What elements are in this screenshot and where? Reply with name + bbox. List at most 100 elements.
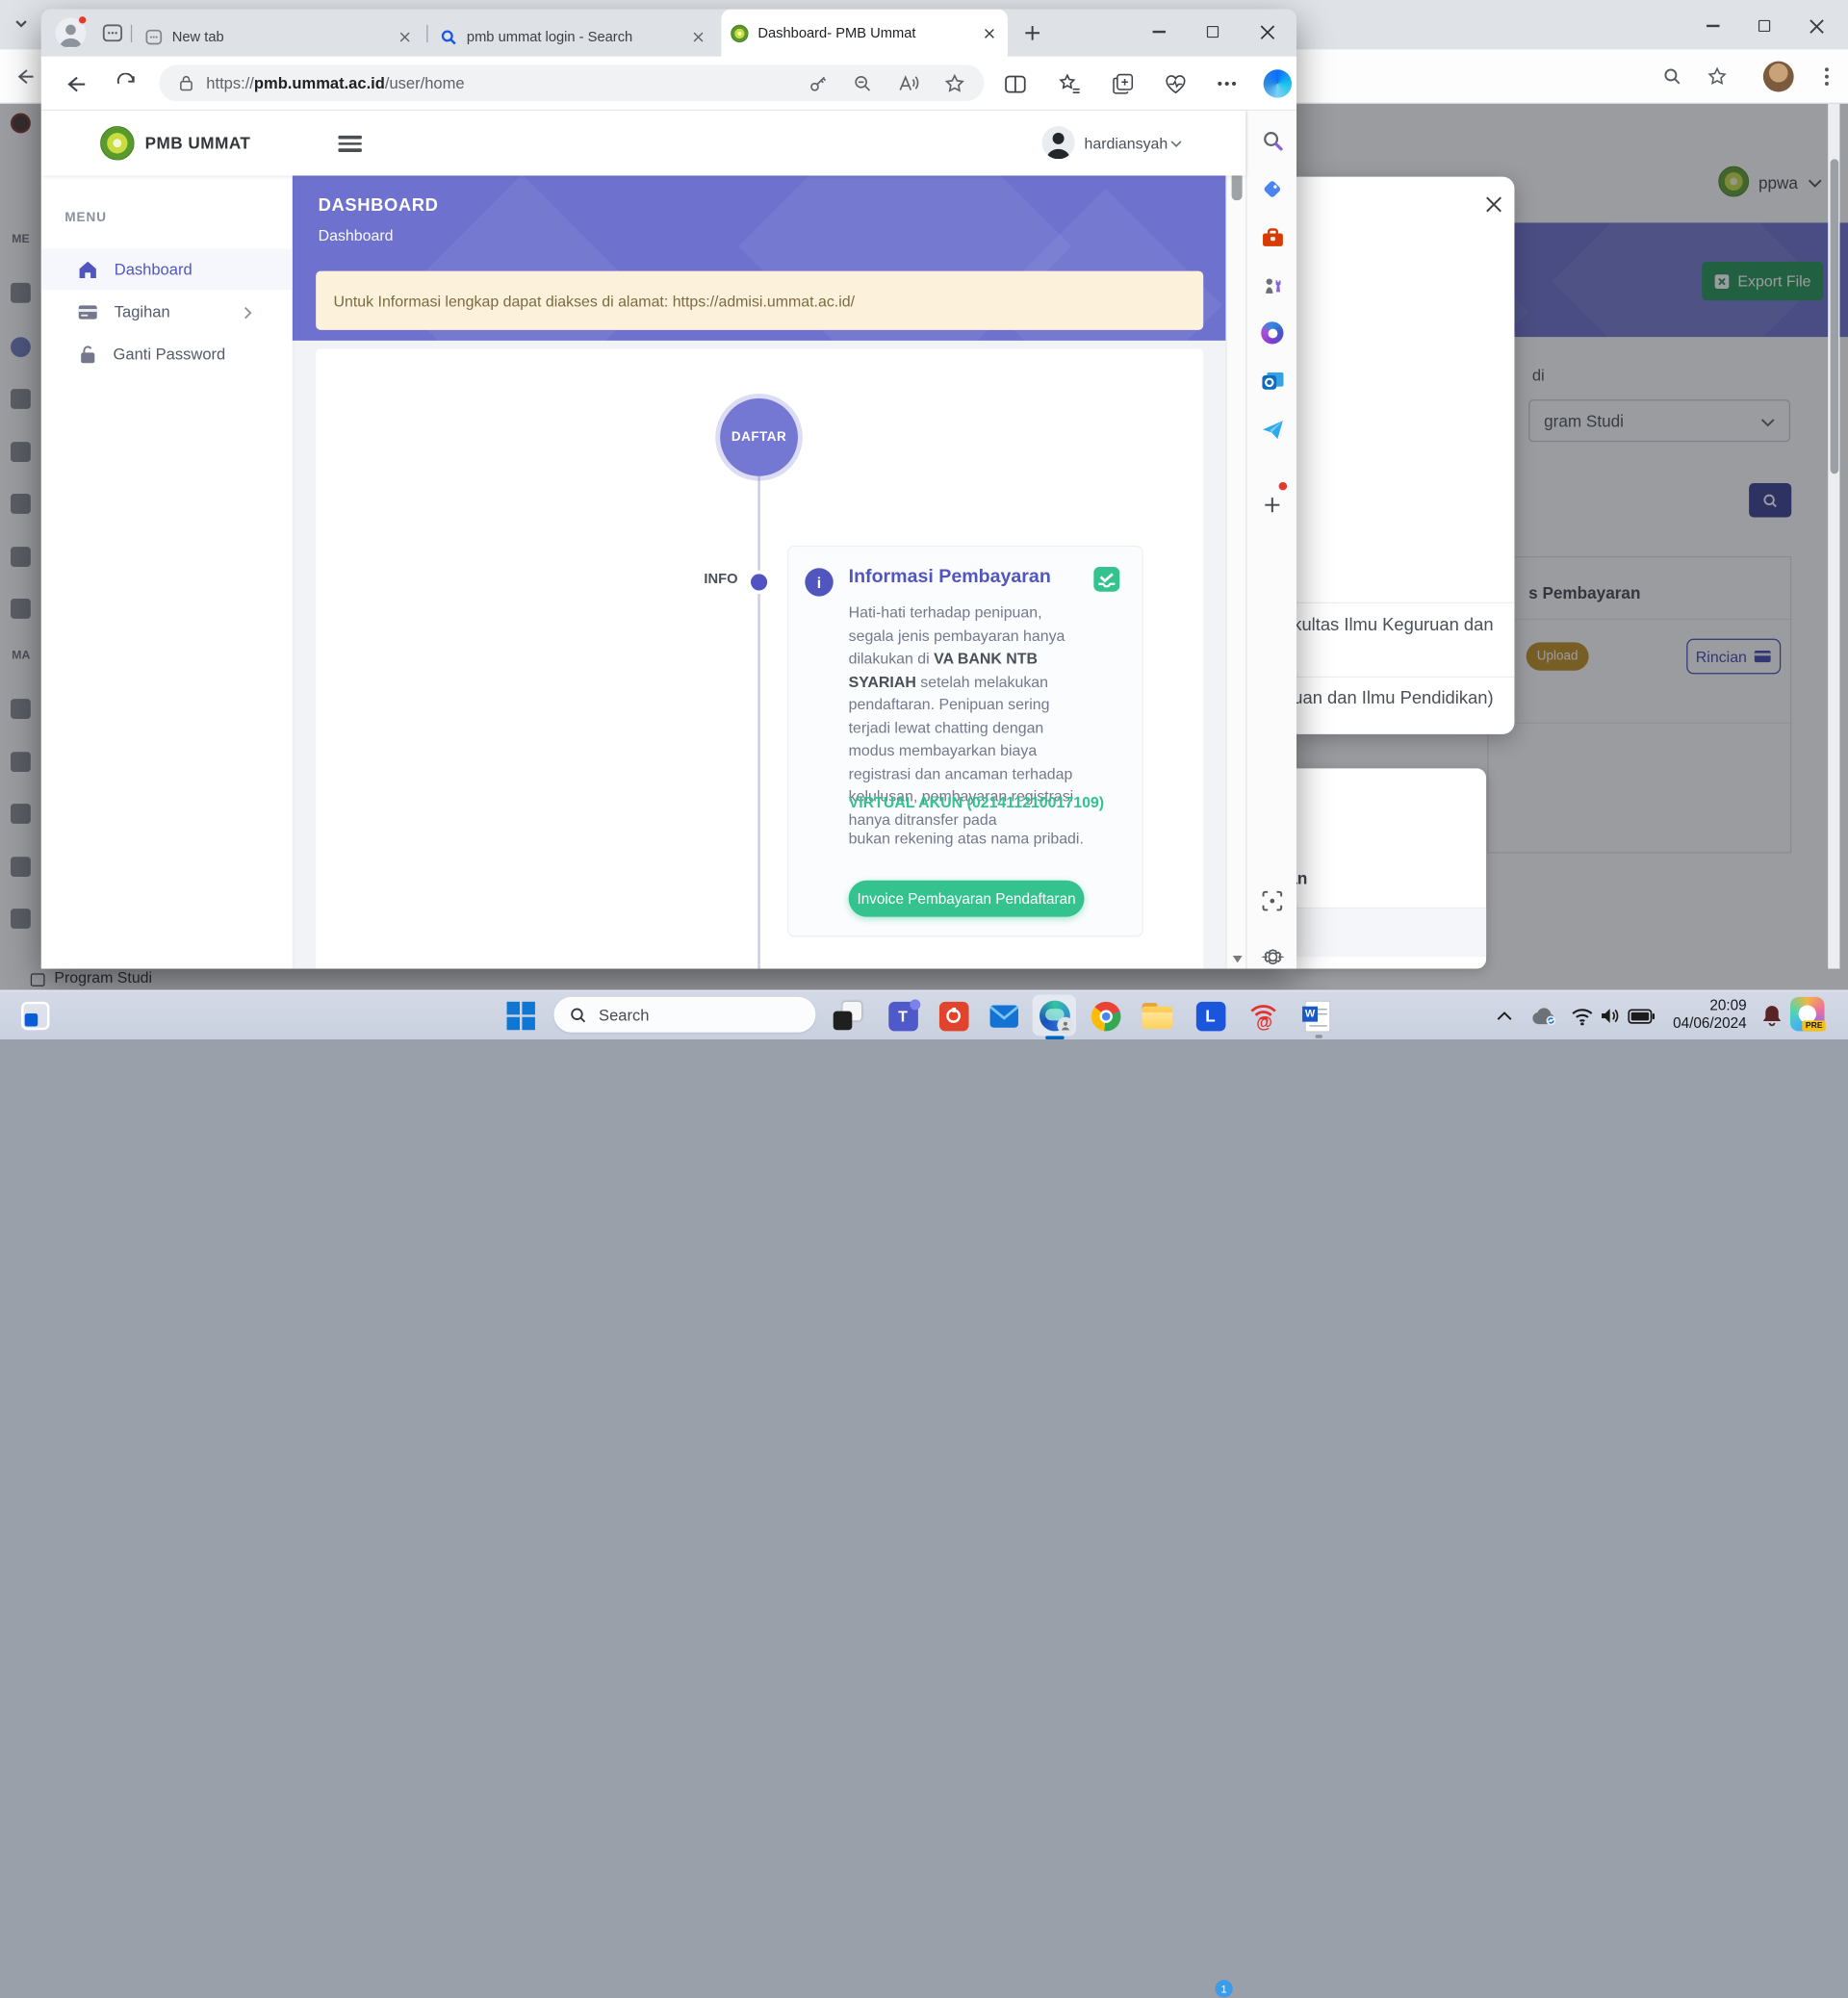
clock-time: 20:09 bbox=[1640, 997, 1746, 1014]
onedrive-cloud-icon[interactable] bbox=[1527, 999, 1560, 1032]
pmb-logo bbox=[100, 126, 135, 161]
back-arrow-icon[interactable] bbox=[60, 69, 88, 97]
close-button[interactable] bbox=[1249, 17, 1285, 45]
favorites-bar-icon[interactable] bbox=[1055, 69, 1083, 97]
sidebar-item-dashboard[interactable]: Dashboard bbox=[41, 248, 293, 290]
back-arrow-icon[interactable] bbox=[14, 66, 36, 88]
l-app-icon[interactable]: L bbox=[1194, 999, 1226, 1032]
back-maximize-button[interactable] bbox=[1747, 12, 1783, 39]
tab-new-tab[interactable]: New tab bbox=[136, 16, 424, 57]
scroll-down-icon[interactable] bbox=[1232, 956, 1242, 962]
teams-icon[interactable]: T bbox=[886, 999, 919, 1032]
tab-dashboard-active[interactable]: Dashboard- PMB Ummat bbox=[721, 10, 1008, 57]
file-explorer-icon[interactable] bbox=[1141, 999, 1173, 1032]
lock-icon bbox=[79, 345, 96, 364]
o-app-icon[interactable] bbox=[937, 999, 969, 1032]
url-text[interactable]: https://pmb.ummat.ac.id/user/home bbox=[206, 74, 464, 91]
invoice-button[interactable]: Invoice Pembayaran Pendaftaran bbox=[849, 881, 1085, 917]
sidebar-search-icon[interactable] bbox=[1260, 128, 1285, 153]
bookmark-star-icon[interactable] bbox=[1707, 66, 1728, 88]
settings-more-icon[interactable] bbox=[1213, 69, 1241, 97]
favorite-star-icon[interactable] bbox=[944, 72, 965, 93]
zoom-icon[interactable] bbox=[1662, 66, 1683, 88]
tab-search[interactable]: pmb ummat login - Search bbox=[430, 16, 717, 57]
tab-actions-icon[interactable] bbox=[103, 23, 123, 42]
word-document-icon[interactable]: W bbox=[1301, 999, 1334, 1032]
maximize-button[interactable] bbox=[1195, 17, 1231, 45]
microsoft-365-icon[interactable] bbox=[1260, 320, 1285, 346]
start-button[interactable] bbox=[504, 999, 537, 1032]
virtual-account-text: VIRTUAL AKUN (021411210017109) bbox=[849, 793, 1104, 810]
timeline-line bbox=[757, 474, 759, 968]
site-navbar: PMB UMMAT hardiansyah bbox=[41, 111, 1245, 175]
tools-toolbox-icon[interactable] bbox=[1260, 225, 1285, 250]
back-page-scrollbar[interactable] bbox=[1828, 104, 1839, 969]
menu-dots-icon[interactable] bbox=[1817, 64, 1836, 88]
outlook-icon[interactable] bbox=[1260, 369, 1285, 394]
lock-icon bbox=[178, 74, 194, 91]
windows-taskbar: Search T L 1 bbox=[0, 990, 1848, 1039]
modal-close-icon[interactable] bbox=[1480, 191, 1506, 217]
browser-essentials-icon[interactable] bbox=[1161, 69, 1189, 97]
taskbar-search[interactable]: Search bbox=[554, 997, 816, 1033]
edge-app-icon[interactable] bbox=[1039, 999, 1071, 1032]
password-key-icon[interactable] bbox=[808, 72, 829, 93]
read-aloud-icon[interactable] bbox=[897, 72, 920, 93]
zoom-out-icon[interactable] bbox=[852, 72, 873, 93]
red-wifi-app-icon[interactable]: @ bbox=[1247, 999, 1280, 1032]
new-tab-button[interactable] bbox=[1022, 22, 1043, 43]
tab-close-icon[interactable] bbox=[395, 27, 414, 46]
tab-close-icon[interactable] bbox=[688, 27, 707, 46]
running-app-indicator bbox=[1316, 1035, 1322, 1038]
modal-row-fragment[interactable]: uan dan Ilmu Pendidikan) bbox=[1293, 688, 1512, 708]
user-name[interactable]: hardiansyah bbox=[1085, 135, 1168, 152]
copilot-icon[interactable] bbox=[1261, 67, 1294, 100]
back-minimize-button[interactable] bbox=[1695, 12, 1731, 39]
page-scrollbar[interactable] bbox=[1225, 111, 1245, 968]
search-favicon bbox=[440, 28, 457, 45]
info-alert: Untuk Informasi lengkap dapat diakses di… bbox=[316, 271, 1203, 330]
drop-paperplane-icon[interactable] bbox=[1260, 417, 1285, 442]
card-note: bukan rekening atas nama pribadi. bbox=[849, 830, 1084, 847]
sidebar-item-ganti-password[interactable]: Ganti Password bbox=[41, 334, 293, 375]
refresh-icon[interactable] bbox=[112, 69, 140, 97]
back-profile-avatar[interactable] bbox=[1763, 62, 1794, 92]
taskbar-corner-icon[interactable] bbox=[19, 999, 52, 1032]
mail-icon[interactable] bbox=[988, 999, 1020, 1032]
card-title: Informasi Pembayaran bbox=[849, 567, 1051, 588]
timeline-start-node[interactable]: DAFTAR bbox=[720, 398, 798, 476]
tray-expand-icon[interactable] bbox=[1492, 999, 1515, 1032]
chevron-down-icon[interactable] bbox=[1170, 141, 1182, 149]
edge-sidebar bbox=[1245, 111, 1296, 968]
hamburger-menu-icon[interactable] bbox=[338, 132, 361, 155]
sidebar-item-tagihan[interactable]: Tagihan bbox=[41, 291, 293, 332]
volume-icon[interactable] bbox=[1594, 999, 1627, 1032]
desktop: ME MA ppwa Export File di bbox=[0, 0, 1848, 1039]
billing-card-icon bbox=[78, 303, 98, 320]
brand-title: PMB UMMAT bbox=[145, 133, 251, 152]
sidebar-settings-gear-icon[interactable] bbox=[1260, 944, 1285, 969]
modal-row-fragment[interactable]: kultas Ilmu Keguruan dan bbox=[1293, 615, 1512, 635]
split-screen-icon[interactable] bbox=[1001, 69, 1029, 97]
shopping-tag-icon[interactable] bbox=[1260, 177, 1285, 202]
tab-title: pmb ummat login - Search bbox=[467, 28, 679, 44]
tab-close-icon[interactable] bbox=[980, 23, 999, 42]
screenshot-icon[interactable] bbox=[1260, 888, 1285, 913]
taskbar-clock[interactable]: 20:09 04/06/2024 bbox=[1640, 997, 1746, 1033]
task-view-icon[interactable] bbox=[831, 999, 863, 1032]
games-icon[interactable] bbox=[1260, 272, 1285, 297]
sidebar-add-icon[interactable] bbox=[1260, 493, 1285, 518]
notification-bell-icon[interactable] bbox=[1755, 999, 1787, 1032]
back-close-button[interactable] bbox=[1799, 12, 1835, 39]
new-tab-page-icon bbox=[145, 28, 163, 45]
collections-icon[interactable] bbox=[1109, 69, 1137, 97]
app-sidebar: MENU Dashboard Tagihan Ganti Password bbox=[41, 175, 293, 968]
info-icon: i bbox=[805, 568, 833, 596]
minimize-button[interactable] bbox=[1141, 17, 1176, 45]
home-icon bbox=[78, 260, 98, 279]
chevron-down-icon[interactable] bbox=[12, 14, 31, 34]
page-title: DASHBOARD bbox=[319, 195, 439, 216]
user-avatar[interactable] bbox=[1041, 126, 1074, 159]
address-bar[interactable]: https://pmb.ummat.ac.id/user/home bbox=[159, 64, 984, 101]
chrome-icon[interactable] bbox=[1089, 999, 1121, 1032]
